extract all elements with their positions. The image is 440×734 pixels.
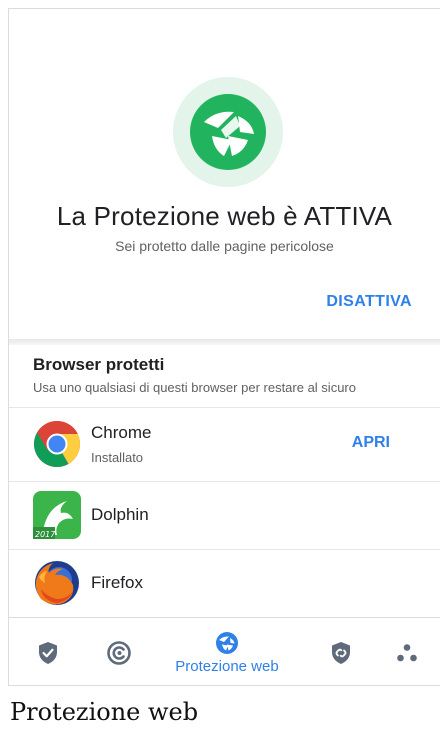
shield-check-icon xyxy=(39,642,57,664)
web-protection-icon xyxy=(216,632,238,654)
status-icon-circle xyxy=(173,77,283,187)
nav-item-protection[interactable] xyxy=(29,618,67,685)
browser-status: Installato xyxy=(91,450,144,465)
open-chrome-button[interactable]: APRI xyxy=(352,434,390,452)
browser-name: Chrome xyxy=(91,423,152,442)
dolphin-icon: 2017 xyxy=(33,491,81,539)
protected-browsers-header: Browser protetti Usa uno qualsiasi di qu… xyxy=(9,345,440,408)
nav-item-web-protection[interactable]: Protezione web xyxy=(159,618,295,685)
disable-button[interactable]: DISATTIVA xyxy=(326,293,412,311)
protection-status-subtitle: Sei protetto dalle pagine pericolose xyxy=(115,238,334,254)
browser-name: Dolphin xyxy=(91,505,149,524)
browser-row-firefox[interactable]: Firefox xyxy=(9,549,440,617)
protection-status-title: La Protezione web è ATTIVA xyxy=(56,201,393,231)
app-window: La Protezione web è ATTIVA Sei protetto … xyxy=(8,8,440,686)
chrome-icon xyxy=(34,420,81,467)
nav-item-more[interactable] xyxy=(387,618,427,685)
nav-item-link-shield[interactable] xyxy=(321,618,361,685)
nav-label-web-protection: Protezione web xyxy=(175,658,279,675)
browser-row-chrome[interactable]: Chrome Installato APRI xyxy=(9,407,440,482)
screen-caption: Protezione web xyxy=(10,698,199,726)
browser-name: Firefox xyxy=(91,573,143,592)
section-title: Browser protetti xyxy=(33,355,165,374)
dolphin-badge: 2017 xyxy=(35,530,56,539)
browser-row-dolphin[interactable]: 2017 Dolphin xyxy=(9,481,440,550)
scan-icon xyxy=(107,641,131,665)
web-shield-icon xyxy=(190,94,266,170)
nav-item-scan[interactable] xyxy=(99,618,139,685)
link-shield-icon xyxy=(332,642,350,664)
protection-status-panel: La Protezione web è ATTIVA Sei protetto … xyxy=(9,9,440,339)
firefox-icon xyxy=(35,561,79,605)
section-subtitle: Usa uno qualsiasi di questi browser per … xyxy=(33,380,356,395)
more-icon xyxy=(397,644,417,662)
bottom-navigation: Protezione web xyxy=(9,617,440,685)
